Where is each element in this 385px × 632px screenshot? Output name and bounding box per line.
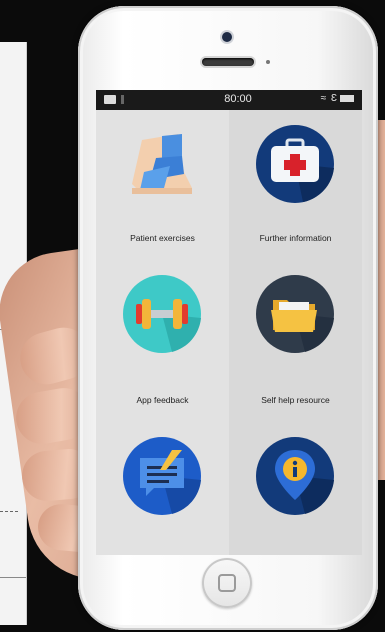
bandaged-foot-icon xyxy=(132,134,192,194)
tile-label: App feedback xyxy=(136,395,189,405)
tile-patient-exercises[interactable]: Patient exercises xyxy=(96,110,229,260)
document-dashed-rule xyxy=(0,511,18,512)
tile-message[interactable] xyxy=(96,432,229,542)
tile-app-feedback[interactable]: App feedback xyxy=(96,270,229,420)
status-bar: 80:00 ≈ Ɛ xyxy=(96,90,362,110)
tile-label: Patient exercises xyxy=(130,233,195,243)
earpiece-speaker xyxy=(202,58,254,66)
message-edit-icon xyxy=(123,437,201,515)
battery-icon xyxy=(340,94,354,102)
signal-icons: ≈ Ɛ xyxy=(320,93,338,104)
tile-self-help-resource[interactable]: Self help resource xyxy=(229,270,362,420)
home-button[interactable] xyxy=(202,558,252,608)
status-right: ≈ Ɛ xyxy=(321,93,354,104)
proximity-sensor xyxy=(266,60,270,64)
front-camera xyxy=(222,32,232,42)
document-rule xyxy=(0,577,26,578)
tile-label: Further information xyxy=(259,233,332,243)
home-square-icon xyxy=(218,574,236,592)
phone-device: 80:00 ≈ Ɛ Patient exercises Further info… xyxy=(78,6,378,630)
tile-info[interactable] xyxy=(229,432,362,542)
tile-further-information[interactable]: Further information xyxy=(229,110,362,260)
first-aid-kit-icon xyxy=(256,125,334,203)
folder-icon xyxy=(256,275,334,353)
dumbbell-icon xyxy=(123,275,201,353)
tile-label: Self help resource xyxy=(261,395,330,405)
info-location-icon xyxy=(256,437,334,515)
phone-screen: 80:00 ≈ Ɛ Patient exercises Further info… xyxy=(96,90,362,555)
